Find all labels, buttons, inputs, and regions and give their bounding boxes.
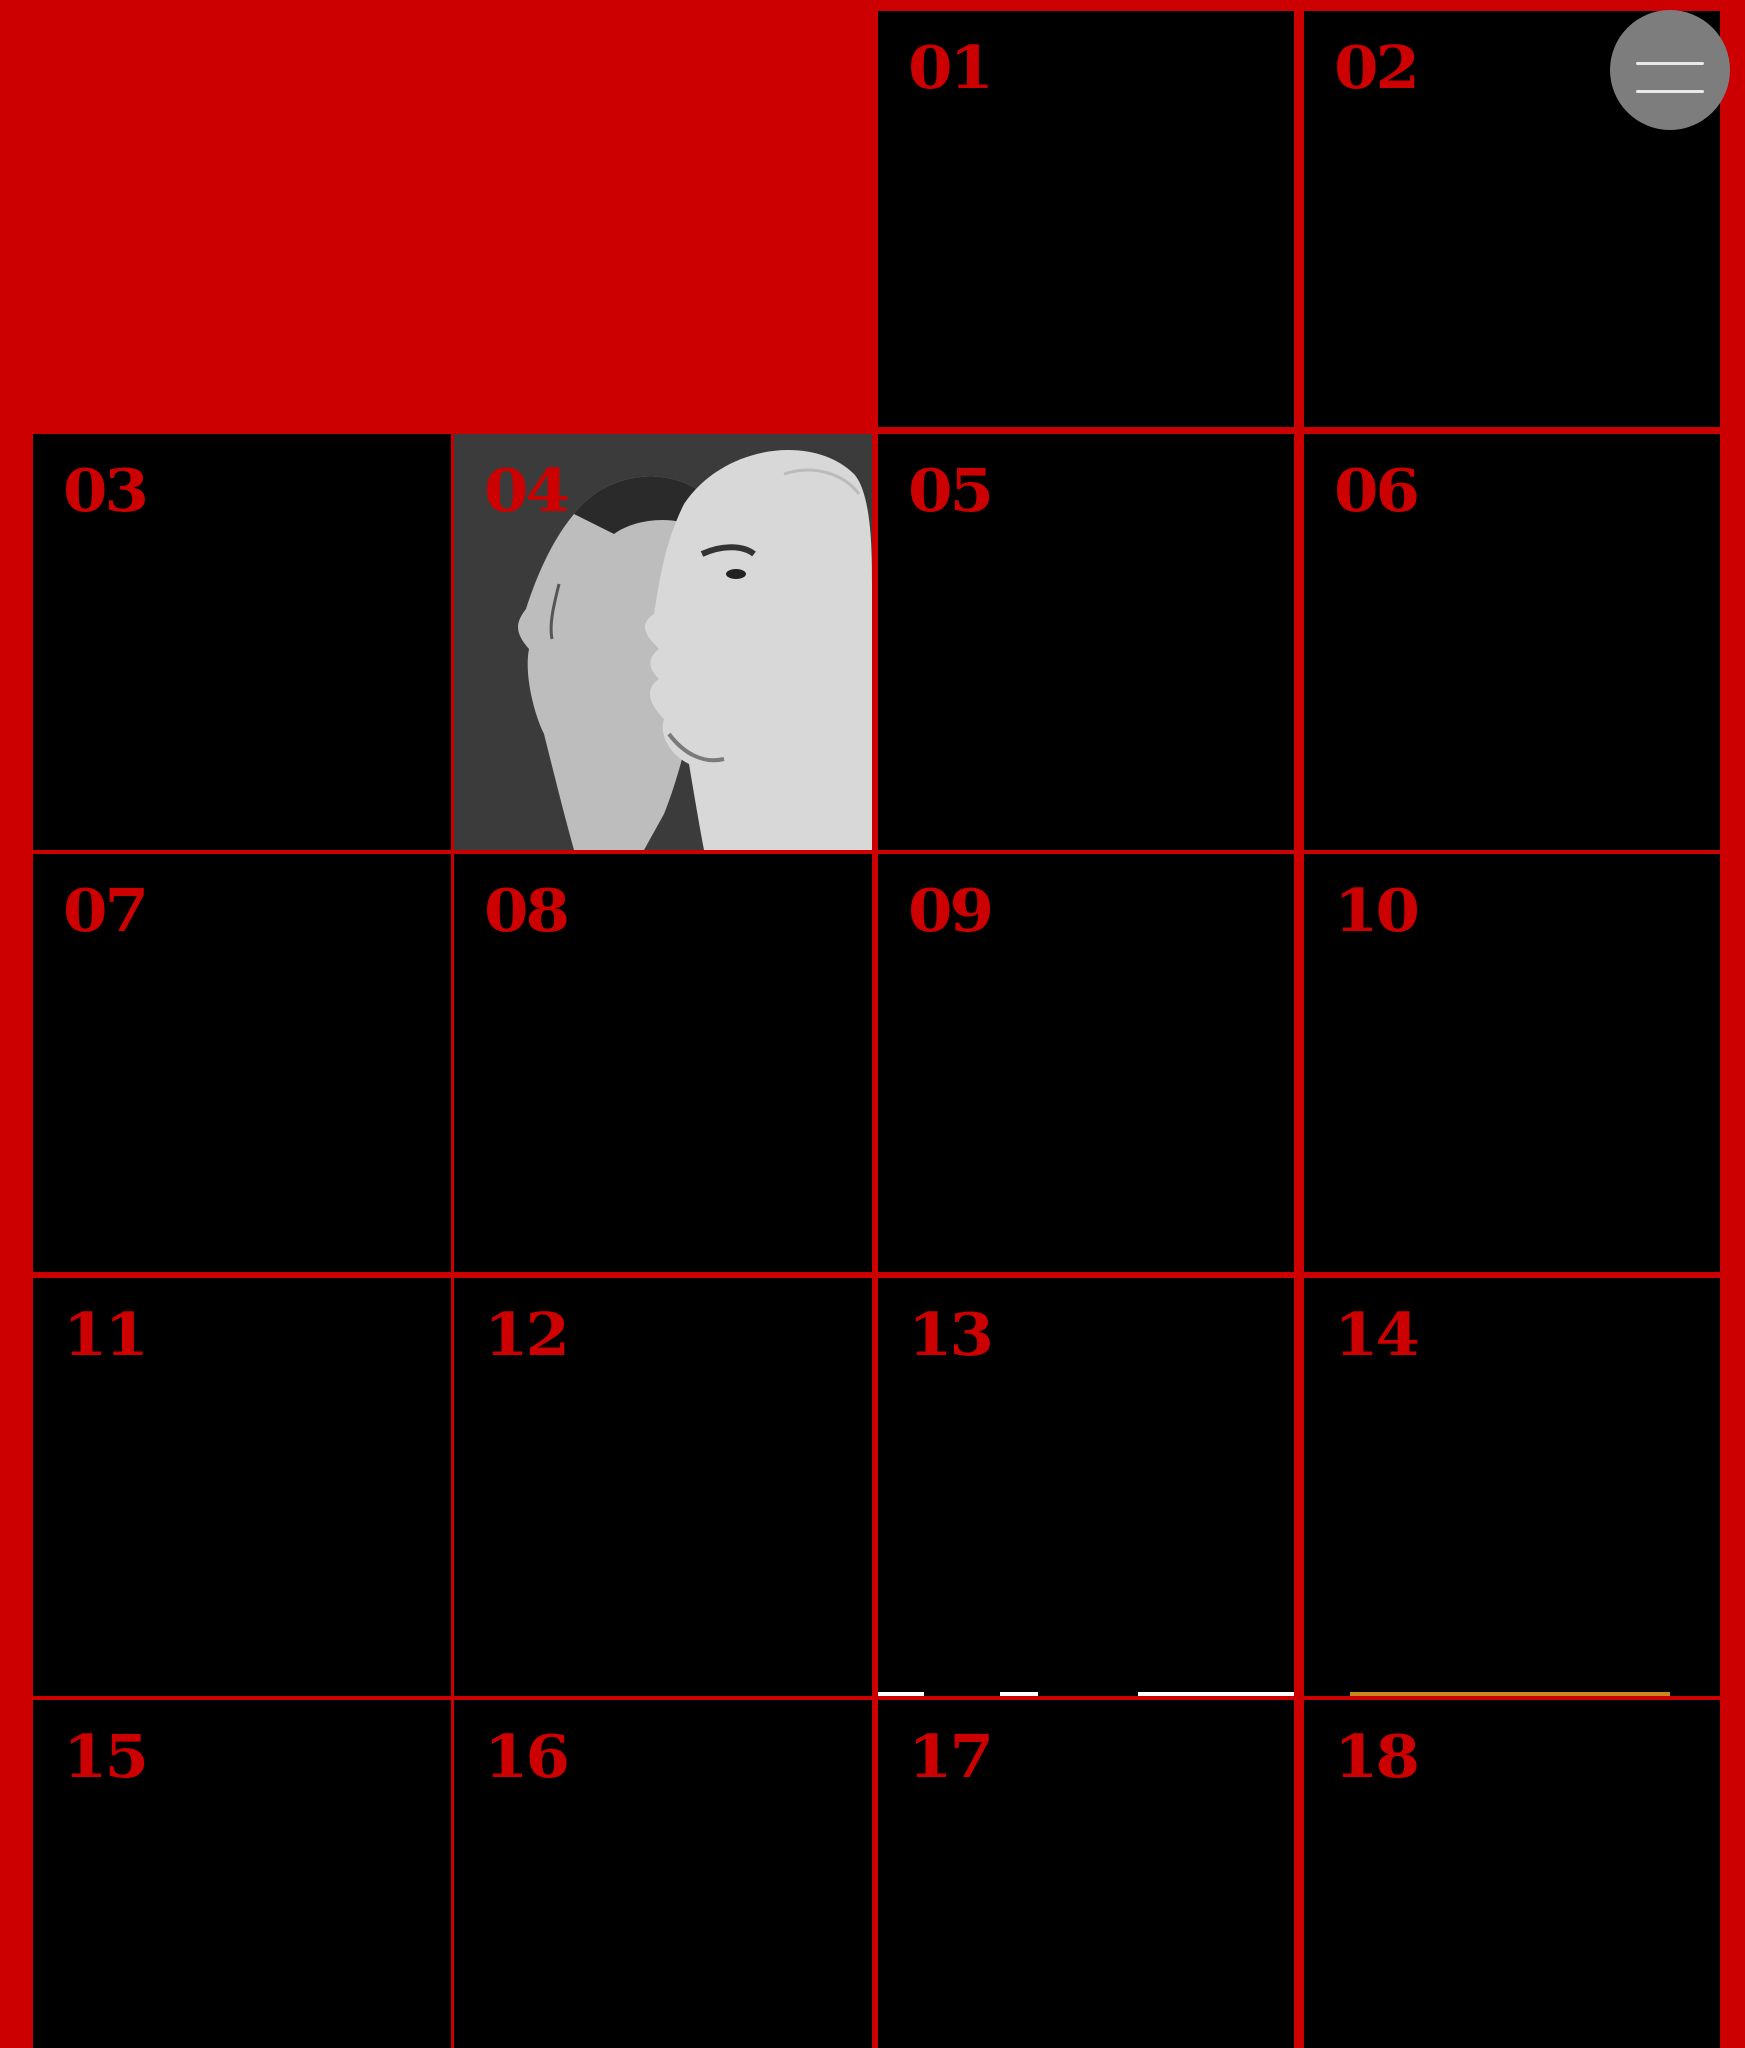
tile-number: 17	[908, 1722, 994, 1792]
tile-14[interactable]: 14	[1304, 1278, 1720, 1696]
tile-03[interactable]: 03	[33, 434, 451, 850]
tile-17[interactable]: 17	[878, 1700, 1294, 2048]
tile-number: 09	[908, 876, 994, 946]
tile-10[interactable]: 10	[1304, 854, 1720, 1272]
tile-04[interactable]: 04	[454, 434, 872, 850]
image-edge-strip	[878, 1692, 924, 1696]
tile-number: 13	[908, 1300, 994, 1370]
tile-number: 10	[1334, 876, 1420, 946]
tile-number: 05	[908, 456, 994, 526]
tile-18[interactable]: 18	[1304, 1700, 1720, 2048]
tile-07[interactable]: 07	[33, 854, 451, 1272]
menu-button[interactable]	[1610, 10, 1730, 130]
tile-number: 08	[484, 876, 570, 946]
tile-number: 12	[484, 1300, 570, 1370]
tile-number: 01	[908, 33, 994, 103]
tile-number: 06	[1334, 456, 1420, 526]
tile-16[interactable]: 16	[454, 1700, 872, 2048]
tile-number: 16	[484, 1722, 570, 1792]
tile-12[interactable]: 12	[454, 1278, 872, 1696]
tile-01[interactable]: 01	[878, 11, 1294, 427]
image-edge-strip	[1138, 1692, 1294, 1696]
hamburger-menu-icon	[1636, 90, 1704, 93]
tile-number: 11	[63, 1300, 149, 1370]
tile-09[interactable]: 09	[878, 854, 1294, 1272]
tile-number: 07	[63, 876, 149, 946]
tile-number: 03	[63, 456, 149, 526]
tile-13[interactable]: 13	[878, 1278, 1294, 1696]
image-edge-strip	[1000, 1692, 1038, 1696]
tile-number: 18	[1334, 1722, 1420, 1792]
tile-06[interactable]: 06	[1304, 434, 1720, 850]
tile-number: 15	[63, 1722, 149, 1792]
image-edge-strip	[1350, 1692, 1670, 1696]
tile-number: 04	[484, 456, 570, 526]
tile-grid: 01 02 03 04 05 06 07 08 09 10 11 12 13 1…	[0, 0, 1745, 2048]
tile-05[interactable]: 05	[878, 434, 1294, 850]
tile-15[interactable]: 15	[33, 1700, 451, 2048]
tile-08[interactable]: 08	[454, 854, 872, 1272]
tile-11[interactable]: 11	[33, 1278, 451, 1696]
hamburger-menu-icon	[1636, 62, 1704, 65]
tile-number: 02	[1334, 33, 1420, 103]
tile-number: 14	[1334, 1300, 1420, 1370]
